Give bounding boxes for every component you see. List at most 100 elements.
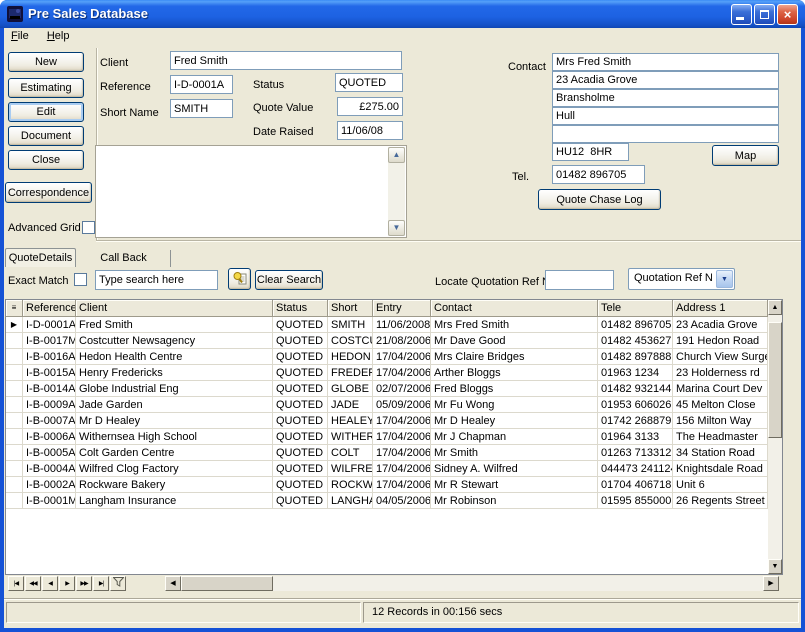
scroll-right-icon[interactable]: ▶ [763, 576, 779, 591]
nav-filter-button[interactable] [110, 576, 126, 591]
table-row[interactable]: I-B-0014AGlobe Industrial EngQUOTEDGLOBE… [6, 381, 782, 397]
column-header-address1[interactable]: Address 1 [673, 300, 768, 317]
scroll-left-icon[interactable]: ◀ [165, 576, 181, 591]
quote-chase-log-button[interactable]: Quote Chase Log [538, 189, 661, 210]
close-button[interactable]: × [777, 4, 798, 25]
grid-cell: 17/04/2006 [373, 445, 431, 461]
exact-match-checkbox[interactable] [74, 273, 87, 286]
row-indicator [6, 445, 23, 461]
nav-prior-page-button[interactable]: ◀◀ [25, 576, 41, 591]
grid-selector-header[interactable]: ≡ [6, 300, 23, 317]
nav-next-page-button[interactable]: ▶▶ [76, 576, 92, 591]
grid-horizontal-scrollbar[interactable]: ◀ ▶ [165, 576, 779, 591]
column-header-contact[interactable]: Contact [431, 300, 598, 317]
grid-cell: 01963 1234 [598, 365, 673, 381]
table-row[interactable]: I-B-0005AColt Garden CentreQUOTEDCOLT17/… [6, 445, 782, 461]
nav-last-button[interactable]: ▶| [93, 576, 109, 591]
column-header-entry[interactable]: Entry [373, 300, 431, 317]
column-header-reference[interactable]: Reference [23, 300, 76, 317]
grid-cell: Jade Garden [76, 397, 273, 413]
nav-first-button[interactable]: |◀ [8, 576, 24, 591]
table-row[interactable]: I-B-0017MCostcutter NewsagencyQUOTEDCOST… [6, 333, 782, 349]
table-row[interactable]: I-B-0015AHenry FredericksQUOTEDFREDER17/… [6, 365, 782, 381]
notes-scrollbar[interactable]: ▲ ▼ [388, 147, 405, 236]
table-row[interactable]: I-B-0016AHedon Health CentreQUOTEDHEDON1… [6, 349, 782, 365]
grid-cell: 01704 406718 [598, 477, 673, 493]
table-row[interactable]: ▶I-D-0001AFred SmithQUOTEDSMITH11/06/200… [6, 317, 782, 333]
status-label: Status [253, 79, 284, 91]
scroll-down-icon[interactable]: ▼ [768, 559, 782, 574]
chevron-down-icon[interactable]: ▼ [716, 270, 733, 288]
grid-cell: I-D-0001A [23, 317, 76, 333]
maximize-icon [760, 10, 769, 19]
client-area: File Help New Estimating Edit Document C… [4, 28, 801, 628]
nav-next-button[interactable]: ▶ [59, 576, 75, 591]
nav-prior-button[interactable]: ◀ [42, 576, 58, 591]
table-row[interactable]: I-B-0002ARockware BakeryQUOTEDROCKWA17/0… [6, 477, 782, 493]
date-raised-field[interactable] [337, 121, 403, 140]
menu-file[interactable]: File [4, 28, 37, 44]
close-record-button[interactable]: Close [8, 150, 84, 170]
advanced-grid-checkbox[interactable] [82, 221, 95, 234]
tab-quote-details[interactable]: QuoteDetails [5, 248, 76, 267]
quote-value-field[interactable] [337, 97, 403, 116]
scroll-up-icon[interactable]: ▲ [388, 147, 405, 163]
column-header-tele[interactable]: Tele [598, 300, 673, 317]
grid-cell: Globe Industrial Eng [76, 381, 273, 397]
table-row[interactable]: I-B-0007AMr D HealeyQUOTEDHEALEY17/04/20… [6, 413, 782, 429]
reference-field[interactable] [170, 75, 233, 94]
locate-input[interactable] [545, 270, 614, 290]
short-name-field[interactable] [170, 99, 233, 118]
contact-address1-field[interactable] [552, 71, 779, 89]
maximize-button[interactable] [754, 4, 775, 25]
sort-field-combo[interactable]: Quotation Ref N ▼ [628, 268, 735, 290]
tel-field[interactable] [552, 165, 645, 184]
client-field[interactable] [170, 51, 402, 70]
grid-cell: Costcutter Newsagency [76, 333, 273, 349]
search-button[interactable] [228, 268, 251, 290]
contact-address3-field[interactable] [552, 107, 779, 125]
correspondence-button[interactable]: Correspondence [5, 182, 92, 203]
grid-cell: 01482 453627 [598, 333, 673, 349]
table-row[interactable]: I-B-0001MLangham InsuranceQUOTEDLANGHA04… [6, 493, 782, 509]
status-field[interactable] [335, 73, 403, 92]
scroll-down-icon[interactable]: ▼ [388, 220, 405, 236]
notes-memo[interactable]: ▲ ▼ [95, 145, 407, 238]
vertical-scroll-thumb[interactable] [768, 322, 782, 438]
column-header-short[interactable]: Short [328, 300, 373, 317]
grid-cell: I-B-0001M [23, 493, 76, 509]
horizontal-scroll-thumb[interactable] [181, 576, 273, 591]
menu-help[interactable]: Help [40, 28, 78, 44]
edit-button[interactable]: Edit [8, 102, 84, 122]
grid-cell: ROCKWA [328, 477, 373, 493]
contact-name-field[interactable] [552, 53, 779, 71]
search-input[interactable] [95, 270, 218, 290]
quotes-grid: ≡ Reference Client Status Short Entry Co… [5, 299, 783, 575]
grid-cell: 17/04/2006 [373, 461, 431, 477]
grid-cell: Mrs Claire Bridges [431, 349, 598, 365]
grid-vertical-scrollbar[interactable]: ▲ ▼ [768, 300, 782, 574]
table-row[interactable]: I-B-0004AWilfred Clog FactoryQUOTEDWILFR… [6, 461, 782, 477]
estimating-button[interactable]: Estimating [8, 78, 84, 98]
contact-address2-field[interactable] [552, 89, 779, 107]
table-row[interactable]: I-B-0006AWithernsea High SchoolQUOTEDWIT… [6, 429, 782, 445]
table-row[interactable]: I-B-0009AJade GardenQUOTEDJADE05/09/2006… [6, 397, 782, 413]
map-button[interactable]: Map [712, 145, 779, 166]
column-header-client[interactable]: Client [76, 300, 273, 317]
document-button[interactable]: Document [8, 126, 84, 146]
current-record-arrow-icon: ▶ [6, 317, 23, 333]
postcode-field[interactable] [552, 143, 629, 161]
minimize-button[interactable] [731, 4, 752, 25]
contact-address4-field[interactable] [552, 125, 779, 143]
tab-call-back-customer[interactable]: Call Back Customer [77, 250, 171, 267]
column-header-status[interactable]: Status [273, 300, 328, 317]
new-button[interactable]: New [8, 52, 84, 72]
grid-cell: 01482 897888 [598, 349, 673, 365]
clear-search-button[interactable]: Clear Search [255, 270, 323, 290]
grid-cell: I-B-0006A [23, 429, 76, 445]
scroll-up-icon[interactable]: ▲ [768, 300, 782, 315]
grid-cell: 05/09/2006 [373, 397, 431, 413]
grid-cell: 17/04/2006 [373, 477, 431, 493]
grid-cell: 17/04/2006 [373, 429, 431, 445]
title-bar: Pre Sales Database × [0, 0, 805, 28]
